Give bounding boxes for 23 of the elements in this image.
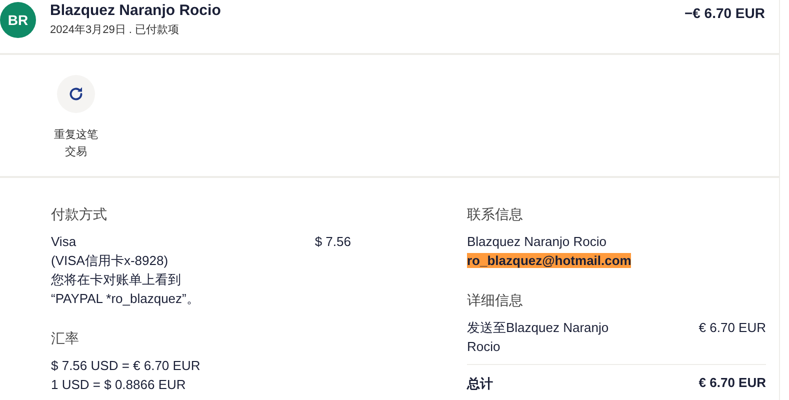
transaction-date-status: 2024年3月29日 . 已付款项 [50, 23, 180, 37]
avatar: BR [0, 2, 36, 38]
section-title: 详细信息 [467, 292, 524, 310]
detail-label: 发送至Blazquez Naranjo Rocio [467, 319, 610, 356]
section-title: 付款方式 [51, 206, 108, 224]
contact-name: Blazquez Naranjo Rocio [467, 233, 608, 251]
section-title: 联系信息 [467, 206, 524, 224]
exchange-rate: 1 USD = $ 0.8866 EUR [51, 376, 187, 394]
section-title: 汇率 [51, 330, 80, 348]
payment-method: Visa [51, 233, 78, 251]
contact-email: ro_blazquez@hotmail.com [467, 253, 632, 268]
total-label: 总计 [467, 375, 493, 393]
payee-name: Blazquez Naranjo Rocio [50, 2, 222, 19]
repeat-transaction-link[interactable]: 重复这笔交易 [52, 127, 100, 161]
detail-amount: € 6.70 EUR [698, 319, 766, 337]
exchange-rate: $ 7.56 USD = € 6.70 EUR [51, 357, 202, 375]
total-amount: € 6.70 EUR [698, 375, 766, 392]
card-info: (VISA信用卡x-8928) [51, 252, 170, 270]
repeat-button[interactable] [57, 75, 95, 113]
transaction-amount: −€ 6.70 EUR [684, 5, 765, 21]
payment-amount: $ 7.56 [314, 233, 351, 251]
refresh-icon [67, 85, 85, 103]
statement-note: 您将在卡对账单上看到 “PAYPAL *ro_blazquez”。 [51, 271, 200, 308]
